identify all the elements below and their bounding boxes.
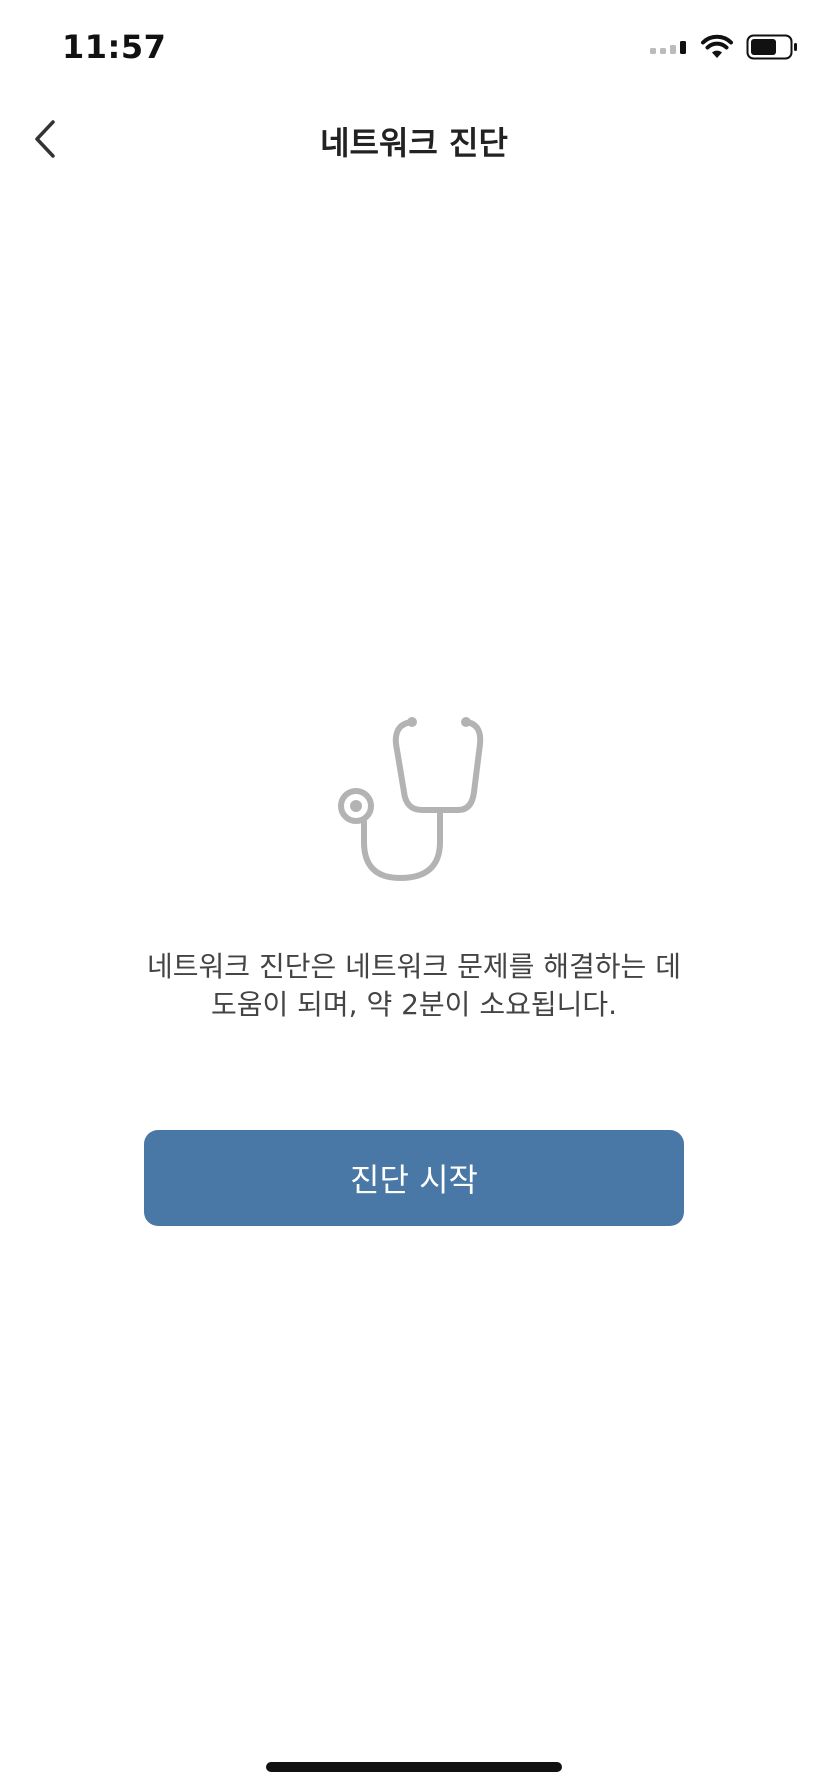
status-icons [650, 34, 798, 60]
battery-icon [746, 34, 797, 60]
home-indicator [266, 1762, 562, 1772]
start-diagnosis-button[interactable]: 진단 시작 [144, 1130, 684, 1226]
description-line-2: 도움이 되며, 약 2분이 소요됩니다. [210, 988, 618, 1021]
page-title: 네트워크 진단 [320, 124, 508, 162]
stethoscope-illustration [330, 710, 500, 890]
cellular-signal-icon [650, 41, 686, 54]
start-diagnosis-label: 진단 시작 [350, 1161, 478, 1199]
stethoscope-icon [338, 717, 484, 881]
navigation-bar: 네트워크 진단 [0, 100, 828, 180]
status-time: 11:57 [62, 28, 167, 66]
status-bar: 11:57 [0, 0, 828, 100]
wifi-icon [701, 34, 733, 58]
description-text: 네트워크 진단은 네트워크 문제를 해결하는 데 도움이 되며, 약 2분이 소… [110, 948, 718, 1024]
description-line-1: 네트워크 진단은 네트워크 문제를 해결하는 데 [147, 950, 681, 983]
